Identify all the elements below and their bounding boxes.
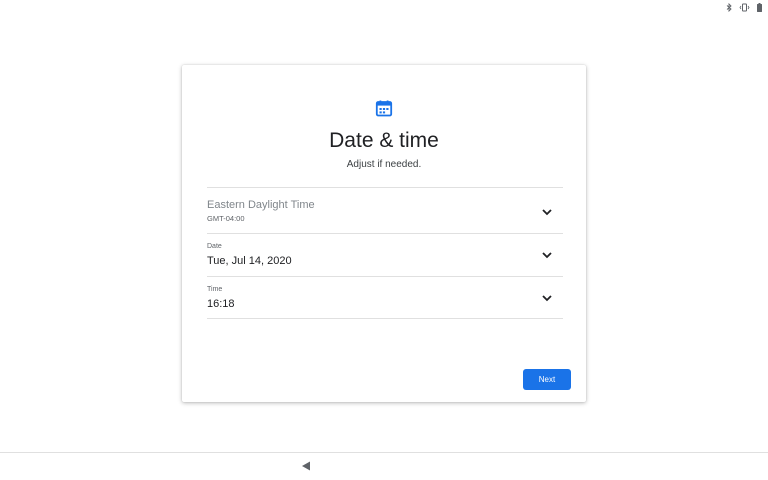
settings-list: Eastern Daylight Time GMT-04:00 Date Tue… [207,187,563,319]
next-button[interactable]: Next [523,369,571,390]
vibrate-icon [739,3,750,11]
back-icon[interactable] [300,460,312,472]
status-bar [726,0,762,14]
calendar-icon [375,100,393,117]
time-selector[interactable]: Time 16:18 [207,276,563,319]
timezone-selector[interactable]: Eastern Daylight Time GMT-04:00 [207,187,563,233]
date-time-card: Date & time Adjust if needed. Eastern Da… [182,65,586,402]
chevron-down-icon [542,252,552,259]
setup-screen: Date & time Adjust if needed. Eastern Da… [0,0,768,480]
chevron-down-icon [542,294,552,301]
page-title: Date & time [329,129,439,152]
battery-icon [757,2,762,12]
chevron-down-icon [542,208,552,215]
nav-bar-divider [0,452,768,453]
bluetooth-icon [726,2,732,12]
date-label: Date [207,243,222,250]
timezone-name: Eastern Daylight Time [207,199,315,211]
timezone-offset: GMT-04:00 [207,214,245,223]
page-subtitle: Adjust if needed. [346,159,422,170]
time-value: 16:18 [207,298,235,310]
date-selector[interactable]: Date Tue, Jul 14, 2020 [207,233,563,276]
date-value: Tue, Jul 14, 2020 [207,255,292,267]
time-label: Time [207,286,223,293]
